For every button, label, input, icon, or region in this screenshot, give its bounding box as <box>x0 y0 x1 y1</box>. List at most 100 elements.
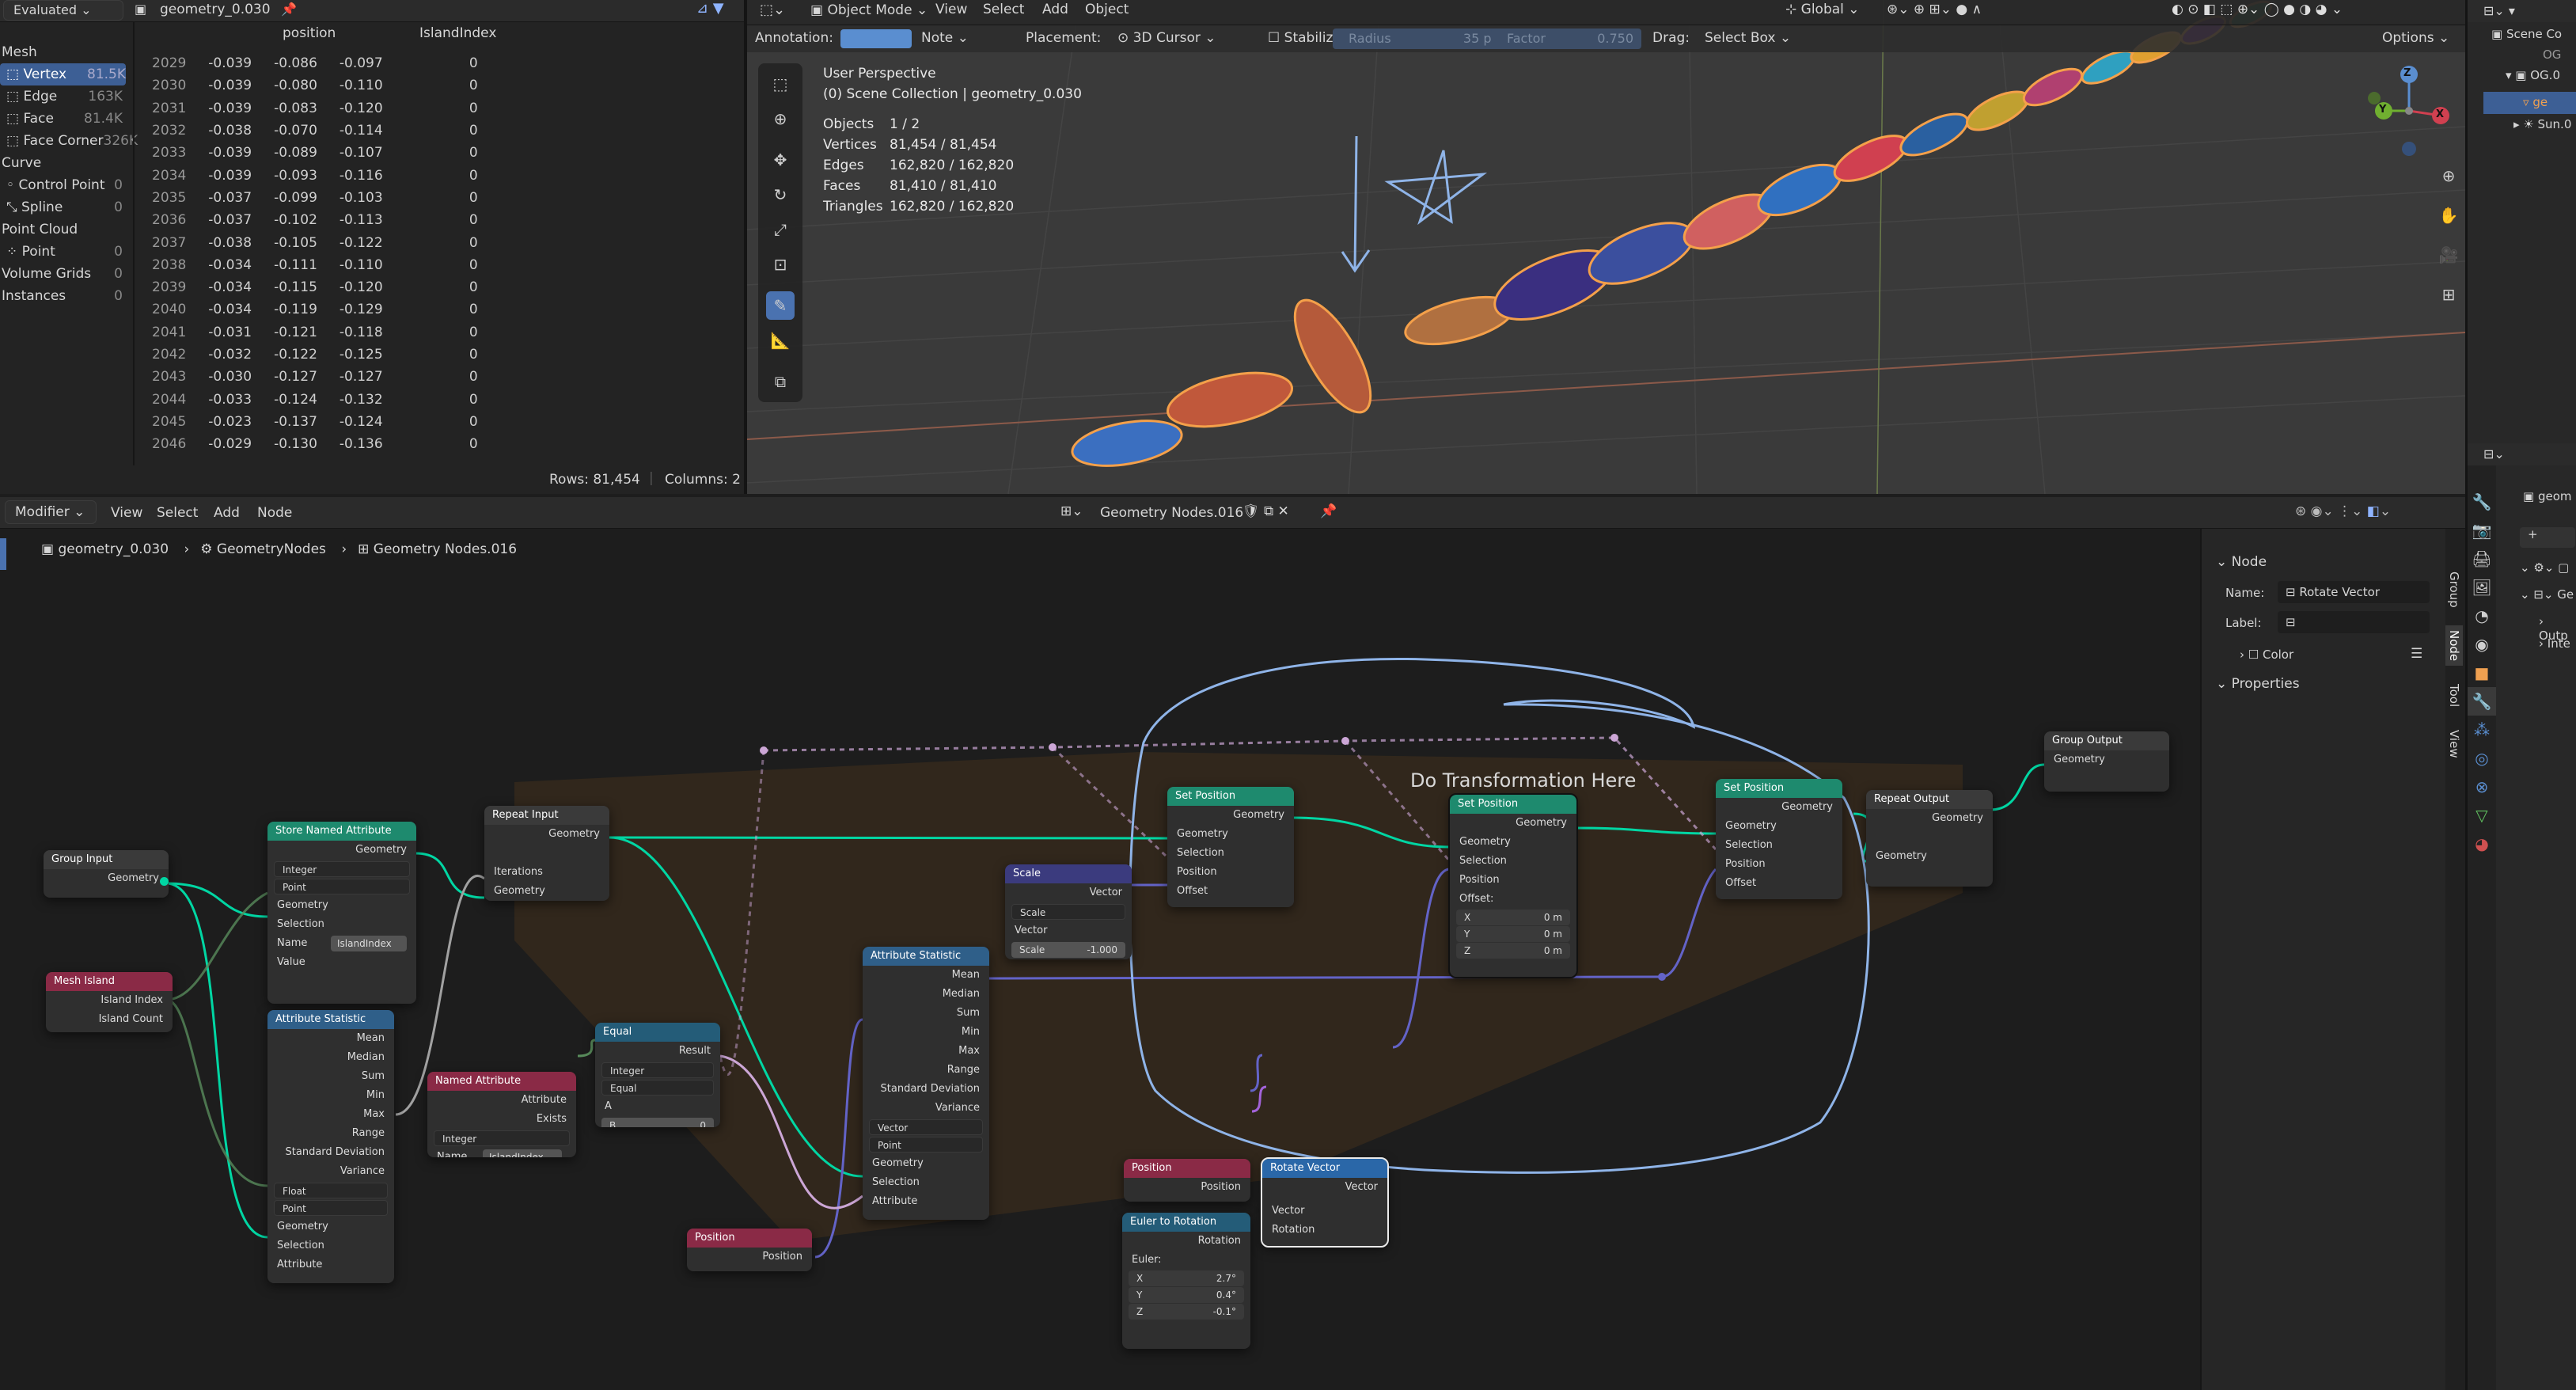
zoom-icon[interactable]: ⊕ <box>2434 161 2463 190</box>
annotation-color[interactable] <box>840 29 912 48</box>
store-type-dropdown[interactable]: Integer <box>274 861 410 877</box>
node-editor[interactable]: Modifier ⌄ View Select Add Node ⊞⌄ Geome… <box>0 497 2465 1390</box>
pin-icon[interactable]: 📌 <box>281 2 297 17</box>
radius-field[interactable]: Radius 35 px <box>1333 28 1515 49</box>
render-tab-icon[interactable]: 📷 <box>2468 516 2496 545</box>
store-name-field[interactable]: IslandIndex <box>331 936 407 951</box>
table-divider[interactable] <box>133 22 135 465</box>
list-icon[interactable]: ☰ <box>2411 646 2422 662</box>
props-modifier-row[interactable]: ⌄ ⚙⌄ ▢ <box>2520 560 2569 575</box>
col-position-header[interactable]: position <box>283 25 336 41</box>
outliner-item-sun[interactable]: ▸ ☀ Sun.0 <box>2513 117 2571 131</box>
attr-stat1-type[interactable]: Float <box>274 1183 388 1198</box>
domain-control-point[interactable]: ◦ Control Point 0 <box>0 174 123 196</box>
col-island-header[interactable]: IslandIndex <box>419 25 496 41</box>
material-tab-icon[interactable]: ◕ <box>2468 830 2496 858</box>
note-dropdown[interactable]: Note ⌄ <box>921 30 969 46</box>
socket-geometry-out[interactable] <box>160 877 169 886</box>
node-set-position-2[interactable]: Set Position Geometry Geometry Selection P… <box>1448 793 1578 978</box>
set-pos2-z[interactable]: Z0 m <box>1456 943 1570 959</box>
node-equal[interactable]: Equal Result Integer Equal A B0 <box>595 1023 720 1127</box>
equal-op[interactable]: Equal <box>601 1080 714 1096</box>
select-box-icon[interactable]: ⬚ <box>766 70 795 98</box>
snap-icons[interactable]: ⊛⌄ ⊕ ⊞⌄ ● ∧ <box>1887 2 1982 17</box>
transform-orientation[interactable]: ⊹ Global ⌄ <box>1785 2 1860 17</box>
scale-op[interactable]: Scale <box>1011 904 1125 920</box>
camera-icon[interactable]: 🎥 <box>2434 241 2463 269</box>
shading-icons[interactable]: ◐ ⊙ ◧ ⬚ ⊕⌄ ◯ ● ◑ ◕ ⌄ <box>2172 2 2343 17</box>
node-attribute-statistic-1[interactable]: Attribute Statistic Mean Median Sum Min Max R… <box>267 1010 394 1283</box>
sidebar-node-section[interactable]: ⌄ Node <box>2216 554 2267 570</box>
constraints-tab-icon[interactable]: ⊗ <box>2468 773 2496 801</box>
domain-spline[interactable]: ⤡ Spline 0 <box>0 196 123 218</box>
modifier-tab-icon[interactable]: 🔧 <box>2468 687 2496 716</box>
scene-tab-icon[interactable]: ◔ <box>2468 602 2496 630</box>
node-set-position-3[interactable]: Set Position Geometry Geometry Selection P… <box>1716 779 1842 899</box>
cursor-icon[interactable]: ⊕ <box>766 104 795 133</box>
ortho-grid-icon[interactable]: ⊞ <box>2434 280 2463 309</box>
pan-icon[interactable]: ✋ <box>2434 201 2463 230</box>
outliner-item-og[interactable]: OG <box>2543 47 2561 62</box>
node-attribute-statistic-2[interactable]: Attribute Statistic Mean Median Sum Min Max R… <box>863 947 989 1220</box>
add-cube-icon[interactable]: ⧉ <box>766 367 795 396</box>
object-tab-icon[interactable]: ■ <box>2468 659 2496 687</box>
output-tab-icon[interactable]: 🖨 <box>2468 545 2496 573</box>
attr-stat2-type[interactable]: Vector <box>869 1119 983 1135</box>
node-repeat-input[interactable]: Repeat Input Geometry Iterations Geometr… <box>484 806 609 901</box>
outliner-item-geometry[interactable]: ▿ ge <box>2483 92 2576 114</box>
editor-type-icon[interactable]: ⬚⌄ <box>760 2 785 18</box>
node-euler-to-rotation[interactable]: Euler to Rotation Rotation Euler: X 2.7° … <box>1122 1213 1250 1349</box>
named-attr-type[interactable]: Integer <box>434 1130 570 1146</box>
tab-tool[interactable]: Tool <box>2445 679 2463 712</box>
props-add-button[interactable]: + <box>2520 527 2575 548</box>
equal-type[interactable]: Integer <box>601 1062 714 1078</box>
tab-view[interactable]: View <box>2445 725 2463 763</box>
sidebar-label-field[interactable]: ⊟ <box>2278 611 2430 633</box>
euler-x[interactable]: X 2.7° <box>1129 1270 1244 1286</box>
menu-object[interactable]: Object <box>1085 2 1129 17</box>
attr-stat1-domain[interactable]: Point <box>274 1200 388 1216</box>
options-dropdown[interactable]: Options ⌄ <box>2382 30 2449 46</box>
domain-instances[interactable]: Instances 0 <box>0 285 123 307</box>
node-group-output[interactable]: Group Output Geometry <box>2044 731 2169 792</box>
rotate-icon[interactable]: ↻ <box>766 180 795 209</box>
node-group-input[interactable]: Group Input Geometry <box>44 850 169 898</box>
outliner-scene-collection[interactable]: ▣ Scene Co <box>2491 27 2562 41</box>
euler-z[interactable]: Z -0.1° <box>1129 1304 1244 1320</box>
annotate-icon[interactable]: ✎ <box>766 291 795 320</box>
filter-icon[interactable]: ⊿ ▼ <box>696 0 734 17</box>
world-tab-icon[interactable]: ◉ <box>2468 630 2496 659</box>
domain-volume-grids[interactable]: Volume Grids 0 <box>0 263 123 285</box>
node-mesh-island[interactable]: Mesh Island Island Index Island Count <box>46 972 173 1032</box>
viewport-3d[interactable]: ⬚⌄ ▣ Object Mode ⌄ View Select Add Objec… <box>747 0 2465 494</box>
transform-icon[interactable]: ⊡ <box>766 250 795 279</box>
attr-stat2-domain[interactable]: Point <box>869 1137 983 1153</box>
domain-vertex[interactable]: ⬚ Vertex 81.5K <box>0 63 126 85</box>
node-position-1[interactable]: Position Position <box>687 1229 812 1271</box>
equal-b-field[interactable]: B0 <box>601 1118 714 1127</box>
props-item-internal[interactable]: › Inte <box>2539 636 2570 651</box>
set-pos2-x[interactable]: X0 m <box>1456 910 1570 925</box>
domain-point[interactable]: ⁘ Point 0 <box>0 241 123 263</box>
node-set-position-1[interactable]: Set Position Geometry Geometry Selection P… <box>1167 787 1294 907</box>
outliner-item-og0[interactable]: ▾ ▣ OG.0 <box>2506 68 2576 82</box>
domain-face-corner[interactable]: ⬚ Face Corner 326K <box>0 130 138 152</box>
evaluated-dropdown[interactable]: Evaluated ⌄ <box>3 0 123 21</box>
view-layer-tab-icon[interactable]: 🖼 <box>2468 573 2496 602</box>
node-repeat-output[interactable]: Repeat Output Geometry Geometry <box>1866 790 1993 887</box>
domain-face[interactable]: ⬚ Face 81.4K <box>0 108 123 130</box>
menu-select[interactable]: Select <box>983 2 1024 17</box>
mode-dropdown[interactable]: ▣ Object Mode ⌄ <box>801 0 937 21</box>
node-rotate-vector[interactable]: Rotate Vector Vector Vector Rotation <box>1261 1157 1389 1248</box>
domain-edge[interactable]: ⬚ Edge 163K <box>0 85 123 108</box>
store-domain-dropdown[interactable]: Point <box>274 879 410 894</box>
scale-icon[interactable]: ⤢ <box>766 215 795 244</box>
set-pos2-y[interactable]: Y0 m <box>1456 926 1570 942</box>
tab-node[interactable]: Node <box>2445 625 2463 667</box>
scale-field[interactable]: Scale -1.000 <box>1011 942 1125 958</box>
drag-dropdown[interactable]: Select Box ⌄ <box>1705 30 1791 46</box>
particles-tab-icon[interactable]: ⁂ <box>2468 716 2496 744</box>
frame-label[interactable]: Do Transformation Here <box>1410 769 1636 792</box>
node-store-named-attribute[interactable]: Store Named Attribute Geometry Integer P… <box>267 822 416 1004</box>
sidebar-name-field[interactable]: ⊟ Rotate Vector <box>2278 581 2430 603</box>
